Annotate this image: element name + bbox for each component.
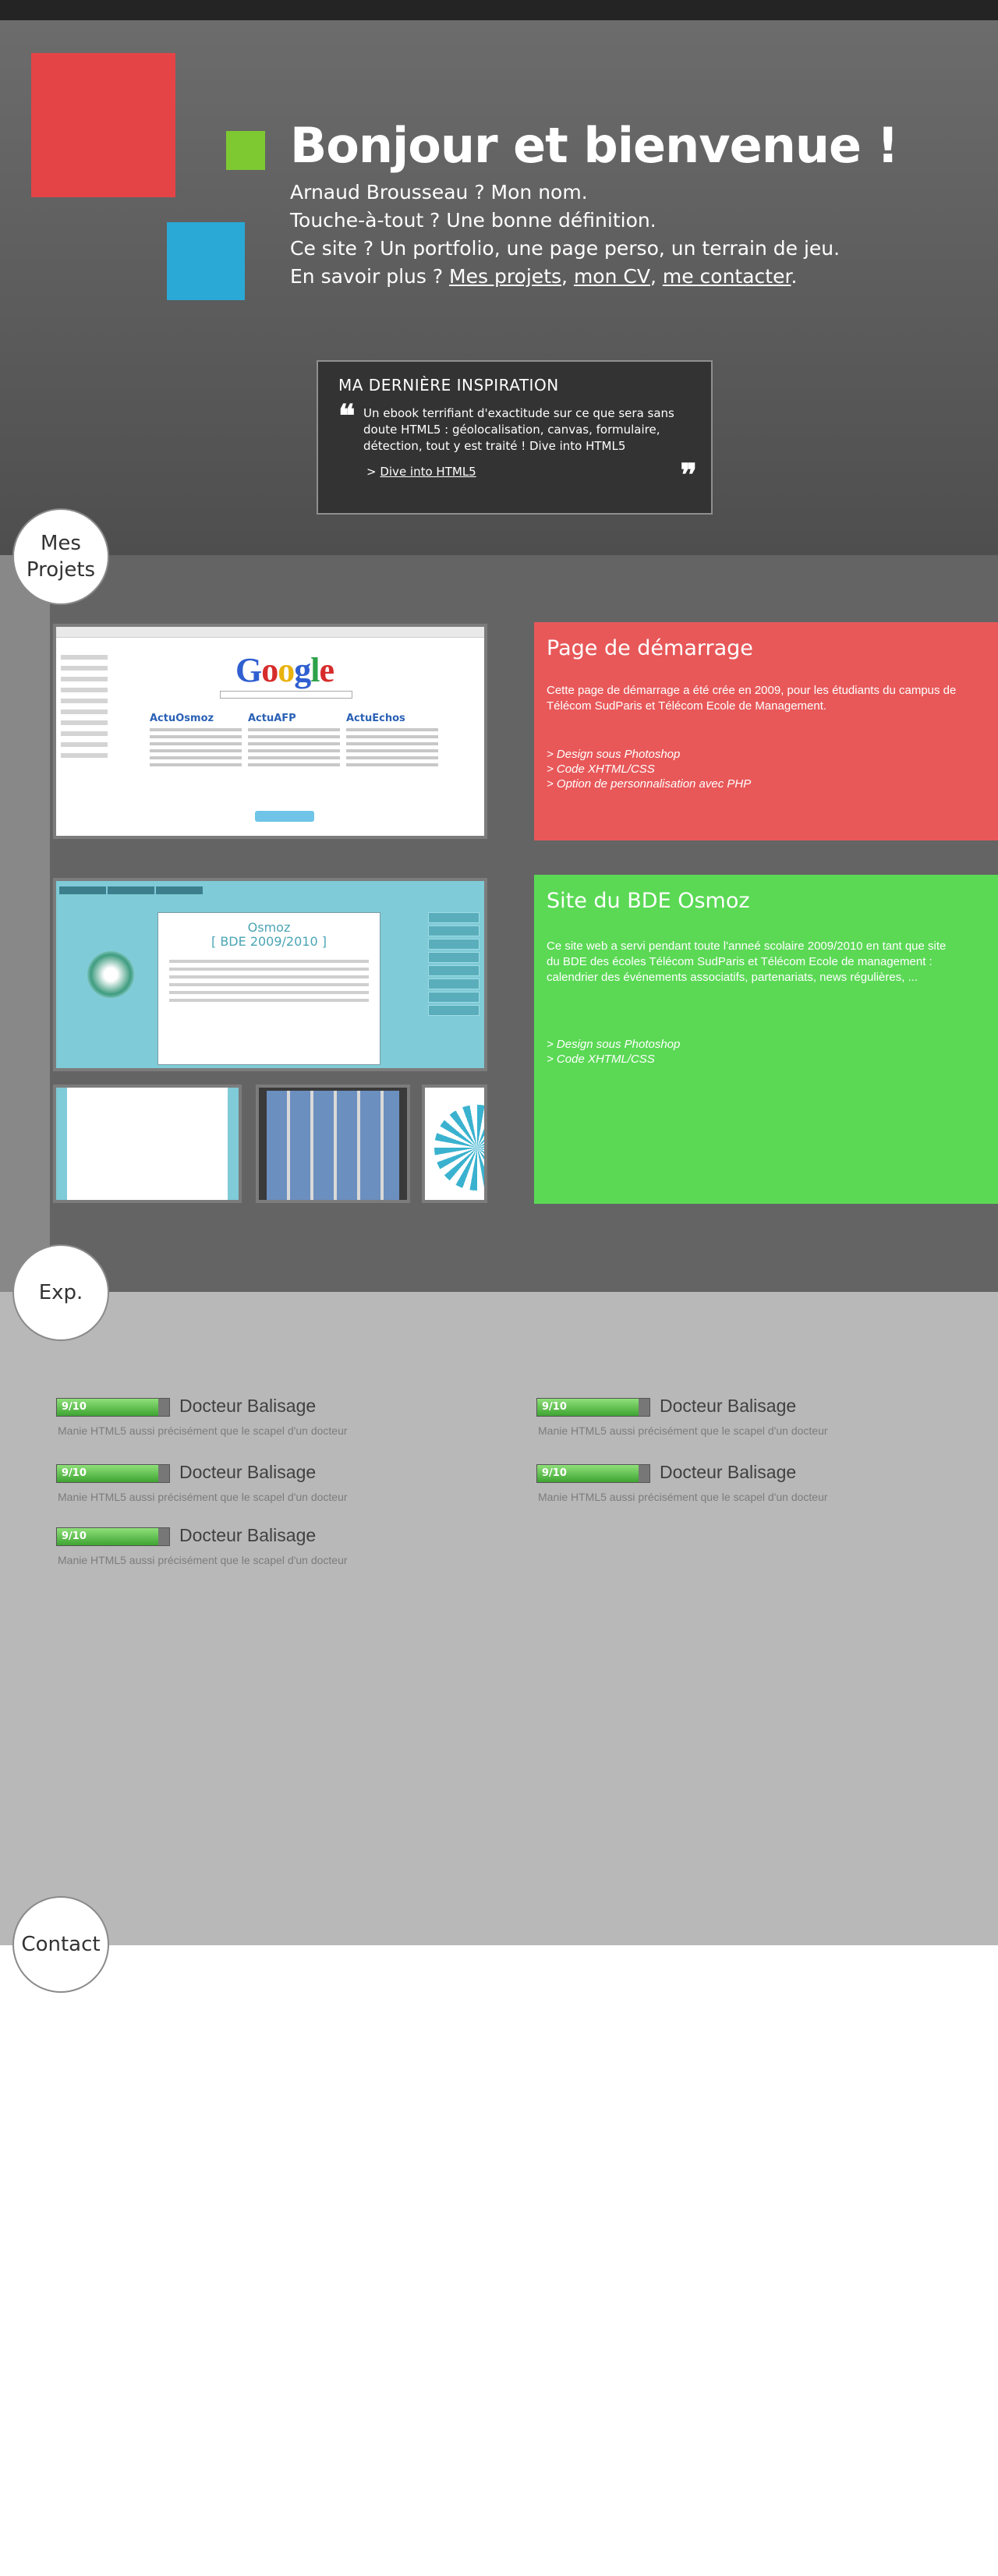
quote-open-icon: ❝: [338, 398, 356, 434]
skill-description: Manie HTML5 aussi précisément que le sca…: [538, 1424, 828, 1437]
osmoz-partners-screenshot[interactable]: [53, 1085, 242, 1203]
news-column-title: ActuOsmoz: [150, 713, 214, 724]
experience-section: 9/10 Docteur Balisage Manie HTML5 aussi …: [0, 1292, 998, 1945]
skill-item: 9/10 Docteur Balisage Manie HTML5 aussi …: [56, 1525, 493, 1574]
project-card-start-page: Page de démarrage Cette page de démarrag…: [534, 622, 998, 840]
skill-description: Manie HTML5 aussi précisément que le sca…: [538, 1491, 828, 1503]
intro-line-site: Ce site ? Un portfolio, une page perso, …: [290, 237, 841, 260]
skill-bar: 9/10: [536, 1398, 650, 1417]
project-description: Ce site web a servi pendant toute l'anne…: [547, 939, 947, 984]
skill-name: Docteur Balisage: [660, 1462, 797, 1482]
skill-bar: 9/10: [56, 1527, 170, 1546]
inspiration-link-row: > Dive into HTML5: [366, 465, 476, 479]
project-feature: > Code XHTML/CSS: [547, 1053, 655, 1066]
screenshot-sidebar: [61, 649, 123, 764]
skill-description: Manie HTML5 aussi précisément que le sca…: [58, 1491, 348, 1503]
project-features: > Design sous Photoshop > Code XHTML/CSS: [547, 1037, 680, 1067]
skill-score: 9/10: [542, 1467, 567, 1479]
screenshot-navbar: [56, 627, 484, 638]
screenshot-content: Osmoz [ BDE 2009/2010 ]: [157, 912, 380, 1065]
intro-more-prefix: En savoir plus ?: [290, 265, 450, 288]
skill-bar: 9/10: [56, 1464, 170, 1483]
skill-item: 9/10 Docteur Balisage Manie HTML5 aussi …: [536, 1462, 973, 1511]
link-contact[interactable]: me contacter: [663, 265, 791, 288]
intro-sep-1: ,: [561, 265, 574, 288]
intro-line-role: Touche-à-tout ? Une bonne définition.: [290, 209, 656, 232]
exp-section-badge[interactable]: Exp.: [12, 1244, 109, 1341]
intro-line-name: Arnaud Brousseau ? Mon nom.: [290, 181, 588, 203]
skill-item: 9/10 Docteur Balisage Manie HTML5 aussi …: [536, 1396, 973, 1445]
projects-section-badge[interactable]: Mes Projets: [12, 508, 109, 605]
skill-name: Docteur Balisage: [660, 1396, 797, 1416]
osmoz-logo-image: [87, 951, 134, 998]
screenshot-news-column: ActuEchos: [346, 713, 438, 800]
decorative-red-square: [31, 53, 175, 197]
skill-score: 9/10: [62, 1467, 87, 1479]
project-feature: > Code XHTML/CSS: [547, 763, 655, 776]
google-logo-image: Google: [235, 651, 334, 689]
skill-bar: 9/10: [56, 1398, 170, 1417]
project-feature: > Option de personnalisation avec PHP: [547, 777, 752, 791]
skill-name: Docteur Balisage: [179, 1462, 317, 1482]
project-title: Page de démarrage: [547, 636, 753, 660]
screenshot-tabs: [59, 883, 204, 894]
skill-score: 9/10: [62, 1530, 87, 1542]
contact-section: [0, 1945, 998, 2576]
inspiration-title: MA DERNIÈRE INSPIRATION: [338, 376, 559, 395]
quote-close-icon: ❞: [680, 457, 697, 494]
screenshot-search-box: [220, 691, 352, 699]
skill-score: 9/10: [542, 1401, 567, 1413]
news-column-title: ActuEchos: [346, 713, 405, 724]
dive-into-html5-link[interactable]: Dive into HTML5: [380, 465, 476, 479]
project-feature: > Design sous Photoshop: [547, 748, 681, 761]
osmoz-title: Osmoz [ BDE 2009/2010 ]: [211, 920, 327, 949]
project-features: > Design sous Photoshop > Code XHTML/CSS…: [547, 747, 751, 791]
osmoz-main-screenshot[interactable]: Osmoz [ BDE 2009/2010 ]: [53, 878, 487, 1071]
top-bar: [0, 0, 998, 20]
osmoz-gallery-screenshot[interactable]: [256, 1085, 410, 1203]
hero-intro: Arnaud Brousseau ? Mon nom. Touche-à-tou…: [290, 179, 840, 291]
skill-description: Manie HTML5 aussi précisément que le sca…: [58, 1424, 348, 1437]
screenshot-menu: [428, 912, 480, 1018]
project-description: Cette page de démarrage a été crée en 20…: [547, 684, 957, 713]
screenshot-news-column: ActuAFP: [248, 713, 340, 800]
skill-description: Manie HTML5 aussi précisément que le sca…: [58, 1554, 348, 1566]
osmoz-sunburst-screenshot[interactable]: [422, 1085, 487, 1203]
skill-bar: 9/10: [536, 1464, 650, 1483]
screenshot-news-column: ActuOsmoz: [150, 713, 242, 800]
inspiration-box: MA DERNIÈRE INSPIRATION ❝ Un ebook terri…: [317, 360, 713, 515]
screenshot-button: [255, 811, 314, 822]
skill-score: 9/10: [62, 1401, 87, 1413]
project-title: Site du BDE Osmoz: [547, 889, 750, 913]
skill-item: 9/10 Docteur Balisage Manie HTML5 aussi …: [56, 1396, 493, 1445]
link-cv[interactable]: mon CV: [574, 265, 650, 288]
hero-title: Bonjour et bienvenue !: [290, 117, 899, 174]
news-column-title: ActuAFP: [248, 713, 296, 724]
project-feature: > Design sous Photoshop: [547, 1038, 681, 1051]
skill-name: Docteur Balisage: [179, 1525, 317, 1545]
decorative-blue-square: [167, 222, 245, 300]
skill-item: 9/10 Docteur Balisage Manie HTML5 aussi …: [56, 1462, 493, 1511]
projects-section: Google ActuOsmoz ActuAFP ActuEchos Page …: [0, 555, 998, 1292]
intro-line-more: En savoir plus ? Mes projets, mon CV, me…: [290, 263, 840, 291]
intro-end: .: [791, 265, 798, 288]
decorative-green-square: [226, 131, 265, 170]
inspiration-link-prefix: >: [366, 465, 380, 479]
project-card-osmoz: Site du BDE Osmoz Ce site web a servi pe…: [534, 875, 998, 1204]
contact-section-badge[interactable]: Contact: [12, 1896, 109, 1993]
hero-section: Bonjour et bienvenue ! Arnaud Brousseau …: [0, 20, 998, 555]
start-page-screenshot[interactable]: Google ActuOsmoz ActuAFP ActuEchos: [53, 624, 487, 839]
skill-name: Docteur Balisage: [179, 1396, 317, 1416]
inspiration-text: Un ebook terrifiant d'exactitude sur ce …: [363, 406, 674, 453]
link-projects[interactable]: Mes projets: [449, 265, 561, 288]
intro-sep-2: ,: [649, 265, 663, 288]
